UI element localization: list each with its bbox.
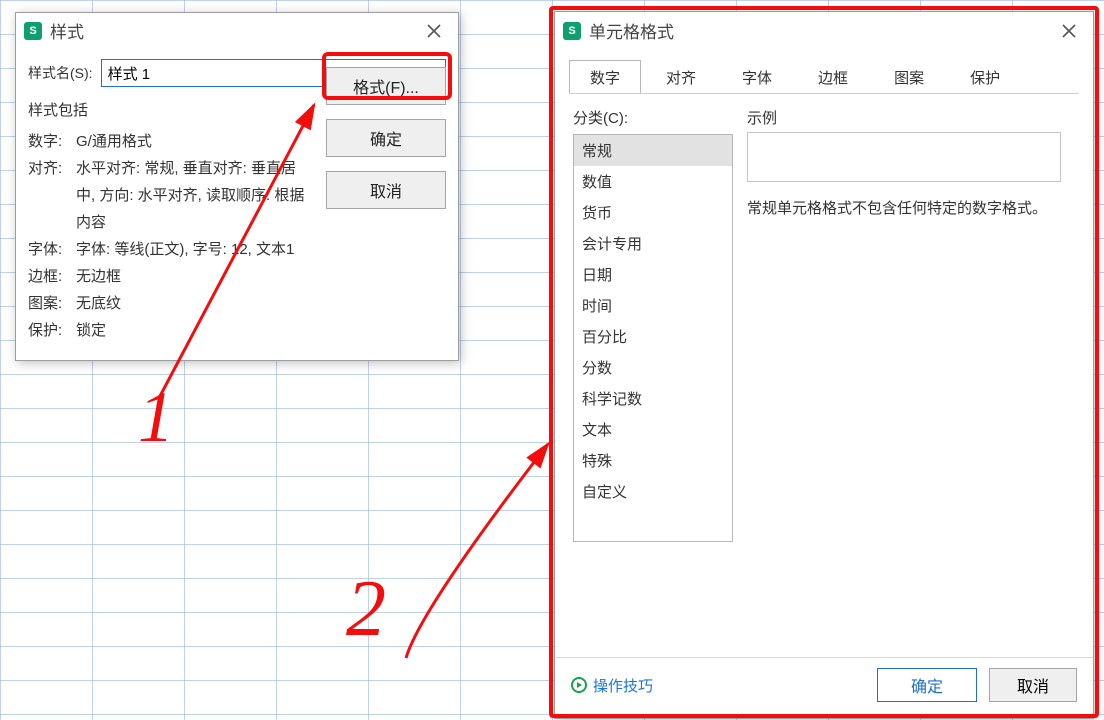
play-icon [571,677,587,693]
cancel-button[interactable]: 取消 [989,668,1077,702]
annotation-number-1: 1 [138,376,174,459]
style-row-number: 数字: G/通用格式 [28,128,308,155]
cell-format-footer: 操作技巧 确定 取消 [555,657,1093,712]
example-label: 示例 [747,107,1075,128]
category-item-accounting[interactable]: 会计专用 [574,228,732,259]
tab-align[interactable]: 对齐 [645,60,717,94]
style-row-pattern: 图案: 无底纹 [28,290,308,317]
tab-pattern[interactable]: 图案 [873,60,945,94]
cell-format-dialog: S 单元格格式 数字 对齐 字体 边框 图案 保护 分类(C): 常规 数值 货… [554,11,1094,719]
cell-format-tabs: 数字 对齐 字体 边框 图案 保护 [555,50,1093,94]
tab-protect[interactable]: 保护 [949,60,1021,94]
category-item-scientific[interactable]: 科学记数 [574,383,732,414]
style-row-align: 对齐: 水平对齐: 常规, 垂直对齐: 垂直居中, 方向: 水平对齐, 读取顺序… [28,155,308,236]
tips-link-label: 操作技巧 [593,675,653,696]
close-icon[interactable] [418,19,450,43]
category-item-percent[interactable]: 百分比 [574,321,732,352]
style-dialog: S 样式 样式名(S): 样式包括 数字: G/通用格式 对齐: 水平对齐: 常… [15,12,459,361]
tab-number[interactable]: 数字 [569,60,641,94]
style-row-border: 边框: 无边框 [28,263,308,290]
style-includes-label: 样式包括 [28,97,308,124]
cell-format-titlebar: S 单元格格式 [555,12,1093,50]
category-label: 分类(C): [573,107,733,128]
example-box [747,132,1061,182]
cell-format-dialog-title: 单元格格式 [589,18,1053,43]
tab-border[interactable]: 边框 [797,60,869,94]
category-item-fraction[interactable]: 分数 [574,352,732,383]
ok-button[interactable]: 确定 [877,668,977,702]
category-description: 常规单元格格式不包含任何特定的数字格式。 [747,196,1047,222]
app-icon: S [24,22,42,40]
format-button[interactable]: 格式(F)... [326,67,446,105]
app-icon: S [563,22,581,40]
category-list[interactable]: 常规 数值 货币 会计专用 日期 时间 百分比 分数 科学记数 文本 特殊 自定… [573,134,733,542]
category-item-number[interactable]: 数值 [574,166,732,197]
ok-button[interactable]: 确定 [326,119,446,157]
style-row-protect: 保护: 锁定 [28,317,308,344]
cancel-button[interactable]: 取消 [326,171,446,209]
style-name-label: 样式名(S): [28,63,93,83]
category-item-custom[interactable]: 自定义 [574,476,732,507]
close-icon[interactable] [1053,19,1085,43]
category-item-text[interactable]: 文本 [574,414,732,445]
tab-font[interactable]: 字体 [721,60,793,94]
style-dialog-titlebar: S 样式 [16,13,458,49]
style-row-font: 字体: 字体: 等线(正文), 字号: 12, 文本1 [28,236,308,263]
annotation-number-2: 2 [346,564,386,655]
category-item-date[interactable]: 日期 [574,259,732,290]
category-item-time[interactable]: 时间 [574,290,732,321]
category-item-currency[interactable]: 货币 [574,197,732,228]
category-item-special[interactable]: 特殊 [574,445,732,476]
style-dialog-title: 样式 [50,18,418,43]
category-item-general[interactable]: 常规 [574,135,732,166]
tips-link[interactable]: 操作技巧 [571,675,653,696]
